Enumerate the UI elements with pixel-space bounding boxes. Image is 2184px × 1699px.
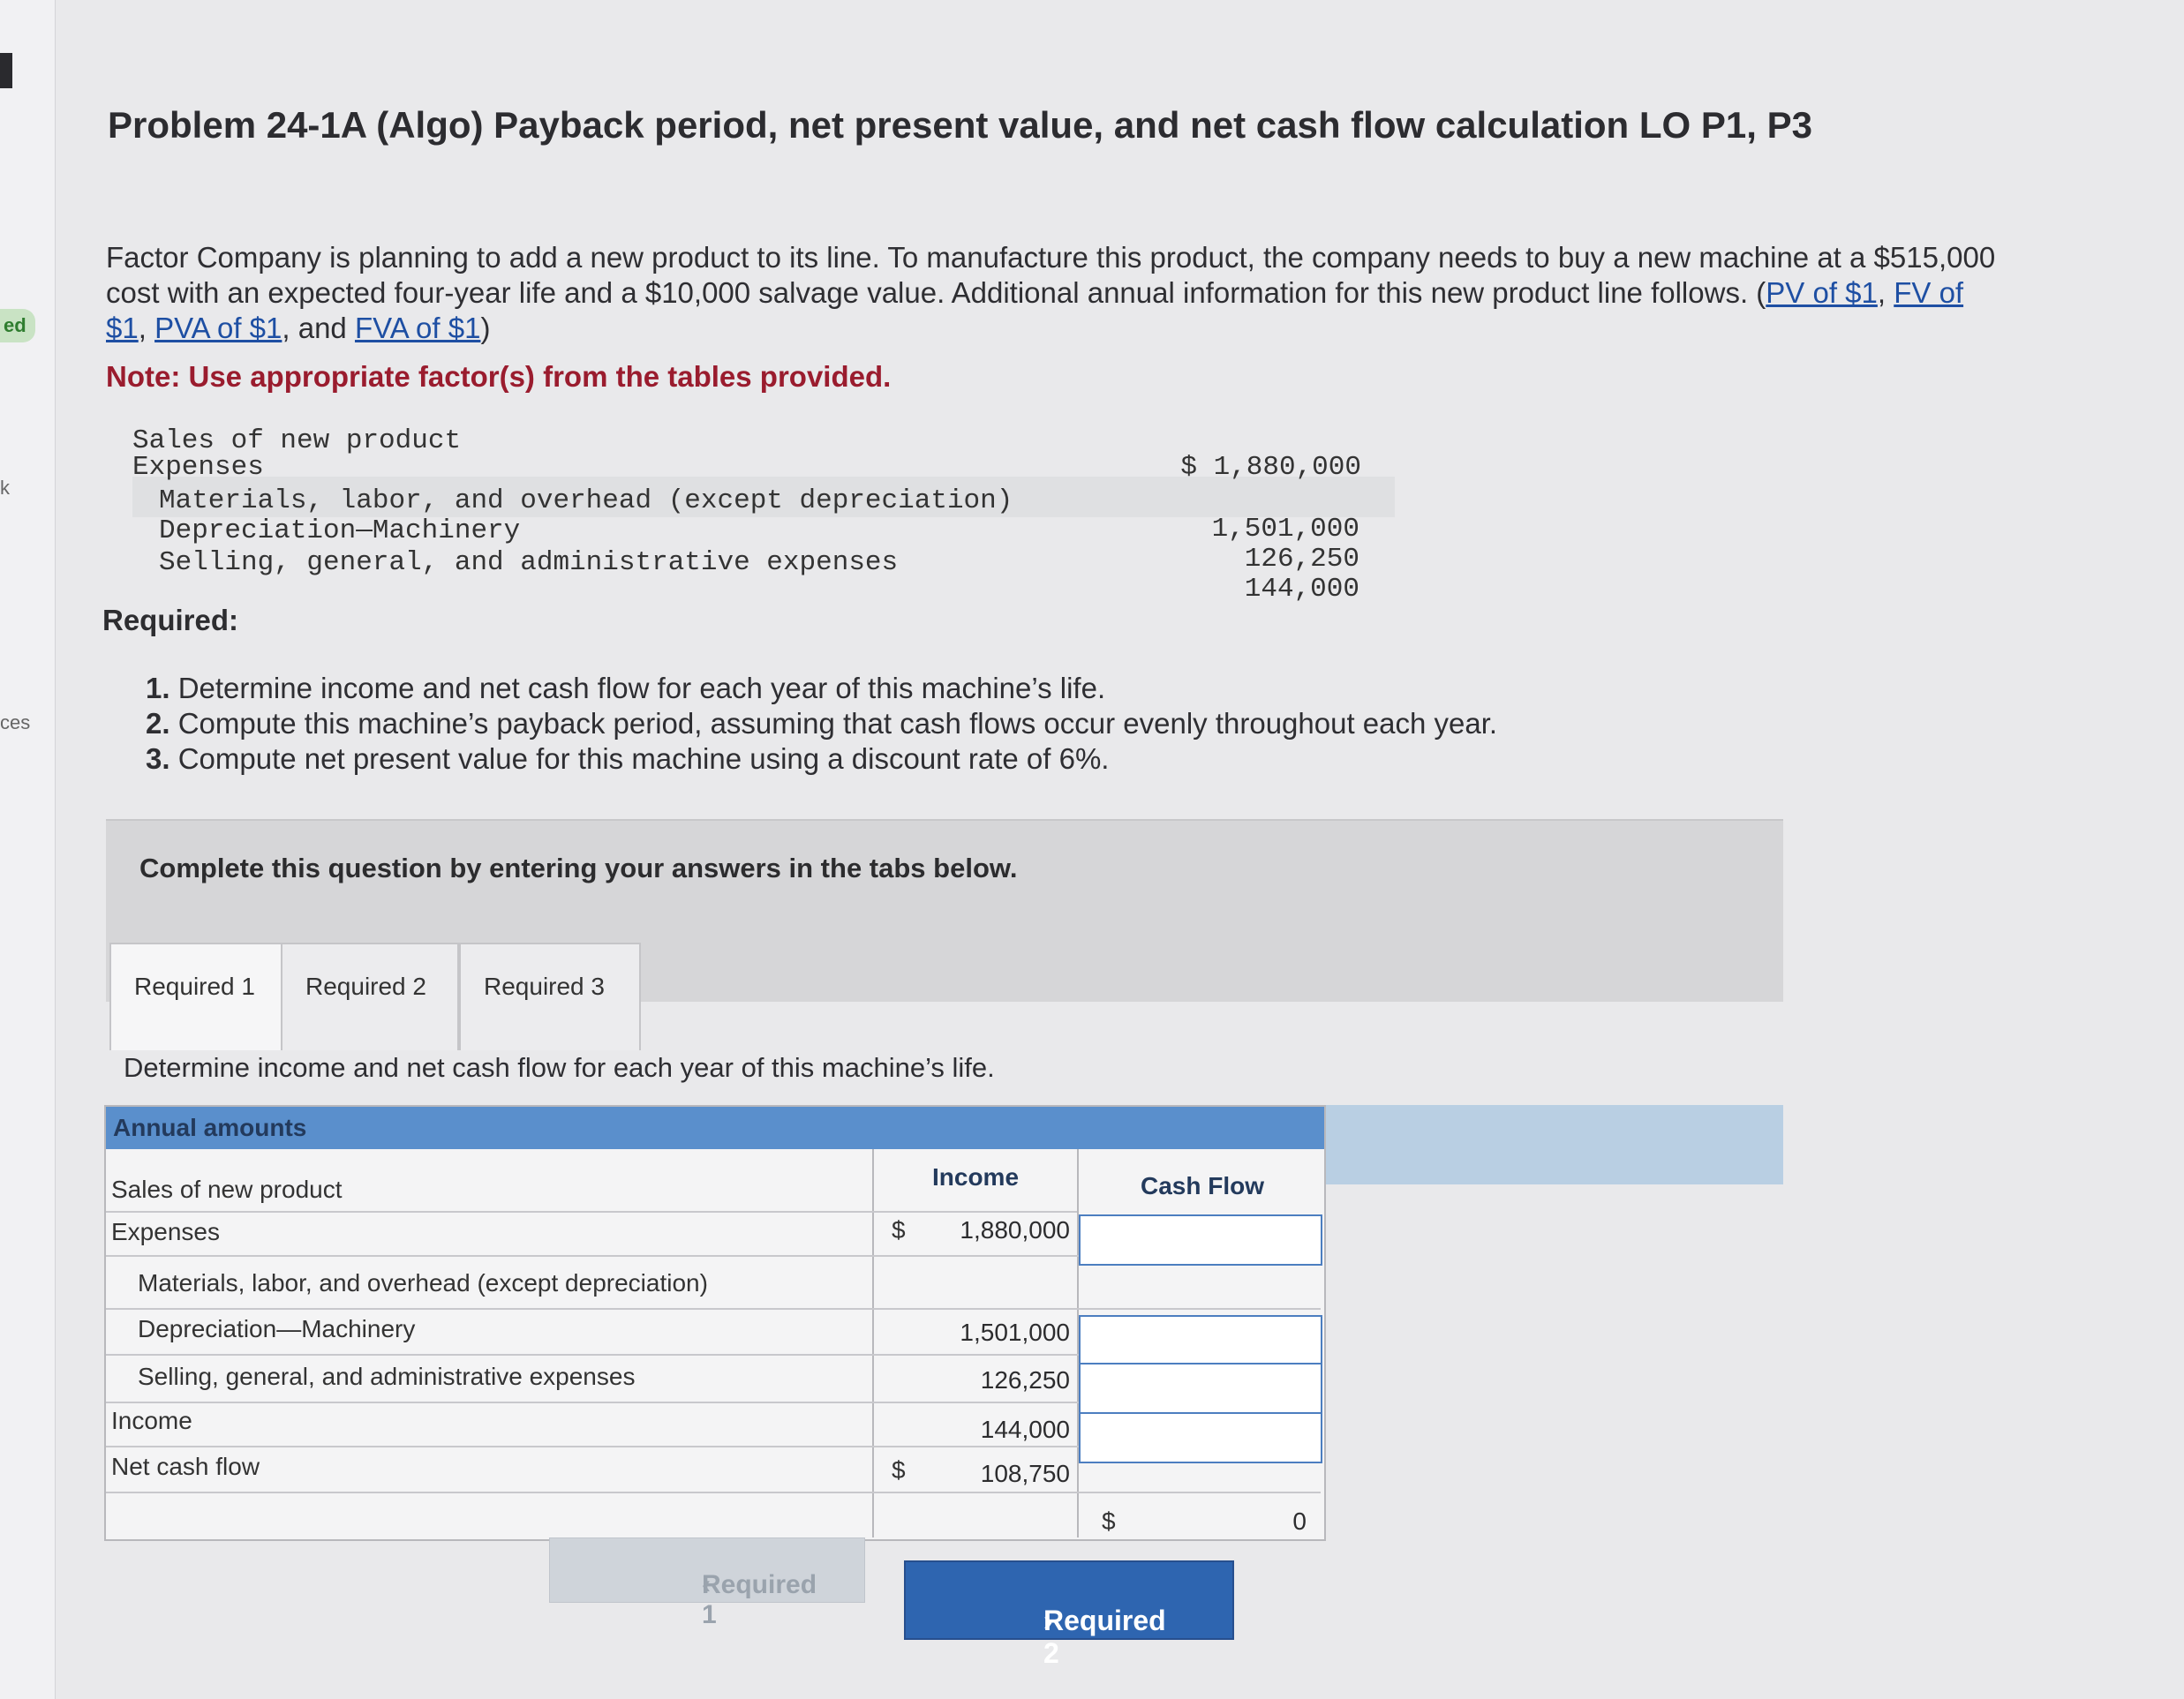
row-label-net-cash-flow: Net cash flow: [111, 1453, 260, 1480]
separator: ,: [1877, 276, 1894, 309]
prev-required-button[interactable]: ‹ Required 1: [549, 1537, 865, 1629]
expenses-label: Expenses: [132, 452, 264, 483]
row-divider: [106, 1492, 1321, 1493]
problem-note: Note: Use appropriate factor(s) from the…: [106, 360, 892, 393]
sales-cash-flow-input[interactable]: [1079, 1214, 1322, 1266]
currency-symbol: $: [892, 1216, 906, 1244]
pva-of-1-link[interactable]: PVA of $1: [154, 312, 282, 344]
panel-instruction: Complete this question by entering your …: [139, 853, 1018, 883]
next-required-button[interactable]: Required 2 ›: [904, 1560, 1234, 1669]
item-text: Compute this machine’s payback period, a…: [177, 707, 1498, 740]
tab-label: Required 2: [305, 973, 426, 1000]
tab-required-2[interactable]: Required 2: [281, 943, 459, 1050]
problem-title: Problem 24-1A (Algo) Payback period, net…: [108, 104, 1812, 146]
depreciation-label: Depreciation—Machinery: [159, 515, 521, 546]
rail-tab-answered[interactable]: ed: [0, 309, 35, 342]
income-income-value: 108,750: [980, 1460, 1070, 1487]
button-label: Required 2: [1043, 1605, 1166, 1669]
tab-label: Required 1: [134, 973, 255, 1000]
depreciation-income-value: 126,250: [980, 1366, 1070, 1394]
materials-value: 1,501,000: [1211, 514, 1359, 545]
item-number: 2.: [146, 707, 170, 740]
item-text: Compute net present value for this machi…: [177, 742, 1110, 775]
item-number: 1.: [146, 672, 170, 704]
item-number: 3.: [146, 742, 170, 775]
income-column-header: Income: [932, 1163, 1020, 1191]
intro-text: Factor Company is planning to add a new …: [106, 241, 1996, 309]
materials-label: Materials, labor, and overhead (except d…: [159, 485, 1013, 516]
currency-symbol: $: [892, 1456, 906, 1484]
rail-tab-ask[interactable]: k: [0, 477, 10, 500]
item-text: Determine income and net cash flow for e…: [177, 672, 1106, 704]
paren-open: (: [1756, 276, 1766, 309]
cash-flow-column-header: Cash Flow: [1141, 1172, 1265, 1199]
paren-close: ): [480, 312, 491, 344]
selling-income-value: 144,000: [980, 1416, 1070, 1443]
row-label-income: Income: [111, 1407, 192, 1434]
required-item: 3. Compute net present value for this ma…: [146, 741, 1497, 777]
tab-required-1[interactable]: Required 1: [109, 943, 282, 1050]
required-item: 1. Determine income and net cash flow fo…: [146, 671, 1497, 706]
sales-income-value: 1,880,000: [960, 1216, 1070, 1244]
separator-and: , and: [282, 312, 355, 344]
currency-symbol: $: [1102, 1507, 1116, 1535]
depreciation-cash-flow-input[interactable]: [1079, 1363, 1322, 1414]
materials-cash-flow-input[interactable]: [1079, 1315, 1322, 1366]
row-label-materials: Materials, labor, and overhead (except d…: [138, 1269, 708, 1297]
row-label-selling: Selling, general, and administrative exp…: [138, 1363, 636, 1390]
row-divider: [106, 1211, 1077, 1213]
rail-tab-references[interactable]: ces: [0, 711, 30, 734]
selling-value: 144,000: [1244, 574, 1359, 605]
annual-amounts-header: Annual amounts: [113, 1114, 307, 1141]
required-heading: Required:: [102, 604, 239, 636]
pv-of-1-link[interactable]: PV of $1: [1766, 276, 1878, 309]
selling-label: Selling, general, and administrative exp…: [159, 547, 899, 578]
depreciation-value: 126,250: [1244, 544, 1359, 575]
button-label: Required 1: [702, 1570, 817, 1629]
net-cash-flow-value: 0: [1292, 1507, 1307, 1535]
selling-cash-flow-input[interactable]: [1079, 1412, 1322, 1463]
required-item: 2. Compute this machine’s payback period…: [146, 706, 1497, 741]
row-divider: [106, 1308, 1321, 1310]
separator: ,: [138, 312, 155, 344]
problem-intro: Factor Company is planning to add a new …: [106, 240, 2004, 346]
tab-label: Required 3: [484, 973, 605, 1000]
row-label-sales: Sales of new product: [111, 1176, 343, 1203]
tab-required-3[interactable]: Required 3: [459, 943, 641, 1050]
tab-instruction: Determine income and net cash flow for e…: [124, 1052, 995, 1083]
row-label-expenses: Expenses: [111, 1218, 220, 1245]
col-divider: [872, 1149, 874, 1537]
chevron-right-icon: ›: [1043, 1605, 1053, 1636]
left-rail: ed k ces: [0, 0, 56, 1699]
fva-of-1-link[interactable]: FVA of $1: [355, 312, 480, 344]
rail-marker: [0, 53, 12, 88]
materials-income-value: 1,501,000: [960, 1319, 1070, 1346]
row-label-depreciation: Depreciation—Machinery: [138, 1315, 416, 1342]
required-list: 1. Determine income and net cash flow fo…: [146, 671, 1497, 777]
answer-table: Annual amounts Income Cash Flow Sales of…: [104, 1105, 1326, 1541]
sales-value: $ 1,880,000: [1180, 452, 1361, 483]
